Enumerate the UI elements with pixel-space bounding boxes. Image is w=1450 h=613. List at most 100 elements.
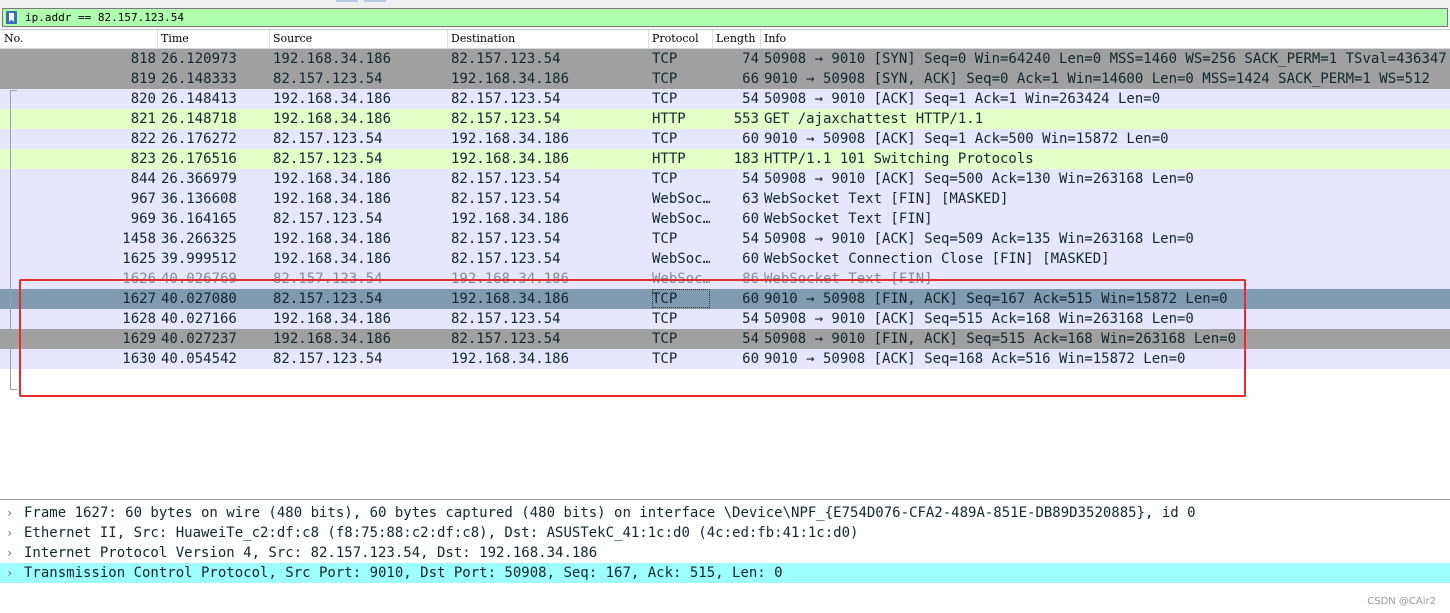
packet-source: 82.157.123.54 (273, 131, 383, 147)
packet-destination: 192.168.34.186 (451, 71, 570, 87)
column-header-protocol[interactable]: Protocol (652, 32, 699, 46)
packet-protocol: HTTP (652, 111, 686, 127)
packet-no: 821 (130, 111, 156, 127)
detail-row-tcp-selected[interactable]: › Transmission Control Protocol, Src Por… (0, 563, 1450, 583)
detail-text: Transmission Control Protocol, Src Port:… (24, 565, 783, 581)
packet-destination: 82.157.123.54 (451, 191, 561, 207)
packet-protocol: TCP (652, 71, 678, 87)
conversation-bracket-start (10, 90, 17, 91)
packet-protocol: TCP (652, 131, 678, 147)
detail-text: Internet Protocol Version 4, Src: 82.157… (24, 545, 598, 561)
toolbar-button-edge[interactable] (336, 0, 358, 2)
column-header-destination[interactable]: Destination (451, 32, 515, 46)
packet-info: 50908 → 9010 [SYN] Seq=0 Win=64240 Len=0… (764, 51, 1450, 67)
packet-protocol: HTTP (652, 151, 686, 167)
packet-row[interactable]: 1458 36.266325 192.168.34.186 82.157.123.54… (0, 229, 1450, 249)
column-header-time[interactable]: Time (161, 32, 189, 46)
toolbar-button-edge[interactable] (364, 0, 386, 2)
packet-protocol: WebSoc… (652, 251, 710, 267)
detail-row-ethernet[interactable]: › Ethernet II, Src: HuaweiTe_c2:df:c8 (f… (0, 523, 1450, 543)
packet-no: 822 (130, 131, 156, 147)
packet-source: 192.168.34.186 (273, 191, 392, 207)
packet-info: 9010 → 50908 [SYN, ACK] Seq=0 Ack=1 Win=… (764, 71, 1430, 87)
packet-time: 26.176272 (161, 131, 237, 147)
packet-destination: 192.168.34.186 (451, 211, 570, 227)
packet-info: WebSocket Connection Close [FIN] [MASKED… (764, 251, 1110, 267)
packet-length: 60 (742, 211, 759, 227)
packet-details-pane: › Frame 1627: 60 bytes on wire (480 bits… (0, 499, 1450, 613)
packet-protocol: TCP (652, 231, 678, 247)
packet-source: 192.168.34.186 (273, 251, 392, 267)
packet-row[interactable]: 1625 39.999512 192.168.34.186 82.157.123.54… (0, 249, 1450, 269)
packet-no: 967 (130, 191, 156, 207)
packet-protocol: TCP (652, 51, 678, 67)
packet-row[interactable]: 823 26.176516 82.157.123.54 192.168.34.186 H… (0, 149, 1450, 169)
packet-length: 63 (742, 191, 759, 207)
packet-row[interactable]: 822 26.176272 82.157.123.54 192.168.34.186 T… (0, 129, 1450, 149)
column-header-no[interactable]: No. (4, 32, 24, 46)
watermark: CSDN @CAir2 (1367, 596, 1436, 607)
expand-arrow-icon[interactable]: › (6, 563, 16, 583)
bookmark-icon[interactable] (6, 11, 17, 24)
packet-list-header: No. Time Source Destination Protocol Len… (0, 30, 1450, 49)
detail-row-ipv4[interactable]: › Internet Protocol Version 4, Src: 82.1… (0, 543, 1450, 563)
packet-info: 9010 → 50908 [ACK] Seq=1 Ack=500 Win=158… (764, 131, 1169, 147)
packet-info: GET /ajaxchattest HTTP/1.1 (764, 111, 984, 127)
column-header-length[interactable]: Length (716, 32, 755, 46)
packet-source: 192.168.34.186 (273, 91, 392, 107)
packet-list: No. Time Source Destination Protocol Len… (0, 29, 1450, 495)
packet-time: 26.176516 (161, 151, 237, 167)
packet-time: 26.120973 (161, 51, 237, 67)
packet-length: 74 (742, 51, 759, 67)
packet-destination: 82.157.123.54 (451, 111, 561, 127)
packet-row[interactable]: 821 26.148718 192.168.34.186 82.157.123.54 H… (0, 109, 1450, 129)
packet-source: 192.168.34.186 (273, 111, 392, 127)
packet-info: 50908 → 9010 [ACK] Seq=1 Ack=1 Win=26342… (764, 91, 1161, 107)
packet-destination: 82.157.123.54 (451, 91, 561, 107)
packet-protocol: TCP (652, 171, 678, 187)
packet-length: 183 (733, 151, 759, 167)
detail-row-frame[interactable]: › Frame 1627: 60 bytes on wire (480 bits… (0, 503, 1450, 523)
packet-row[interactable]: 967 36.136608 192.168.34.186 82.157.123.54 W… (0, 189, 1450, 209)
packet-row[interactable]: 844 26.366979 192.168.34.186 82.157.123.54 T… (0, 169, 1450, 189)
detail-text: Ethernet II, Src: HuaweiTe_c2:df:c8 (f8:… (24, 525, 859, 541)
packet-source: 82.157.123.54 (273, 71, 383, 87)
column-header-source[interactable]: Source (273, 32, 312, 46)
packet-length: 553 (733, 111, 759, 127)
packet-length: 54 (742, 231, 759, 247)
display-filter-bar: ip.addr == 82.157.123.54 (0, 6, 1450, 28)
packet-time: 36.136608 (161, 191, 237, 207)
expand-arrow-icon[interactable]: › (6, 523, 16, 543)
packet-row[interactable]: 969 36.164165 82.157.123.54 192.168.34.186 W… (0, 209, 1450, 229)
packet-no: 1625 (122, 251, 156, 267)
detail-text: Frame 1627: 60 bytes on wire (480 bits),… (24, 505, 1196, 521)
packet-no: 818 (130, 51, 156, 67)
packet-destination: 192.168.34.186 (451, 151, 570, 167)
packet-destination: 82.157.123.54 (451, 251, 561, 267)
packet-source: 82.157.123.54 (273, 151, 383, 167)
expand-arrow-icon[interactable]: › (6, 543, 16, 563)
column-header-info[interactable]: Info (764, 32, 786, 46)
packet-no: 819 (130, 71, 156, 87)
conversation-bracket-end (10, 389, 17, 390)
packet-info: HTTP/1.1 101 Switching Protocols (764, 151, 1034, 167)
filter-text: ip.addr == 82.157.123.54 (25, 11, 184, 24)
packet-time: 39.999512 (161, 251, 237, 267)
packet-no: 823 (130, 151, 156, 167)
packet-length: 60 (742, 251, 759, 267)
packet-no: 1458 (122, 231, 156, 247)
packet-protocol: TCP (652, 91, 678, 107)
packet-row[interactable]: 818 26.120973 192.168.34.186 82.157.123.54 T… (0, 49, 1450, 69)
packet-length: 54 (742, 91, 759, 107)
packet-destination: 192.168.34.186 (451, 131, 570, 147)
packet-source: 82.157.123.54 (273, 211, 383, 227)
packet-row[interactable]: 820 26.148413 192.168.34.186 82.157.123.54 T… (0, 89, 1450, 109)
packet-row[interactable]: 819 26.148333 82.157.123.54 192.168.34.186 T… (0, 69, 1450, 89)
packet-time: 26.148333 (161, 71, 237, 87)
packet-time: 26.148413 (161, 91, 237, 107)
packet-length: 54 (742, 171, 759, 187)
display-filter-input[interactable]: ip.addr == 82.157.123.54 (2, 8, 1448, 27)
packet-destination: 82.157.123.54 (451, 171, 561, 187)
packet-time: 36.266325 (161, 231, 237, 247)
expand-arrow-icon[interactable]: › (6, 503, 16, 523)
